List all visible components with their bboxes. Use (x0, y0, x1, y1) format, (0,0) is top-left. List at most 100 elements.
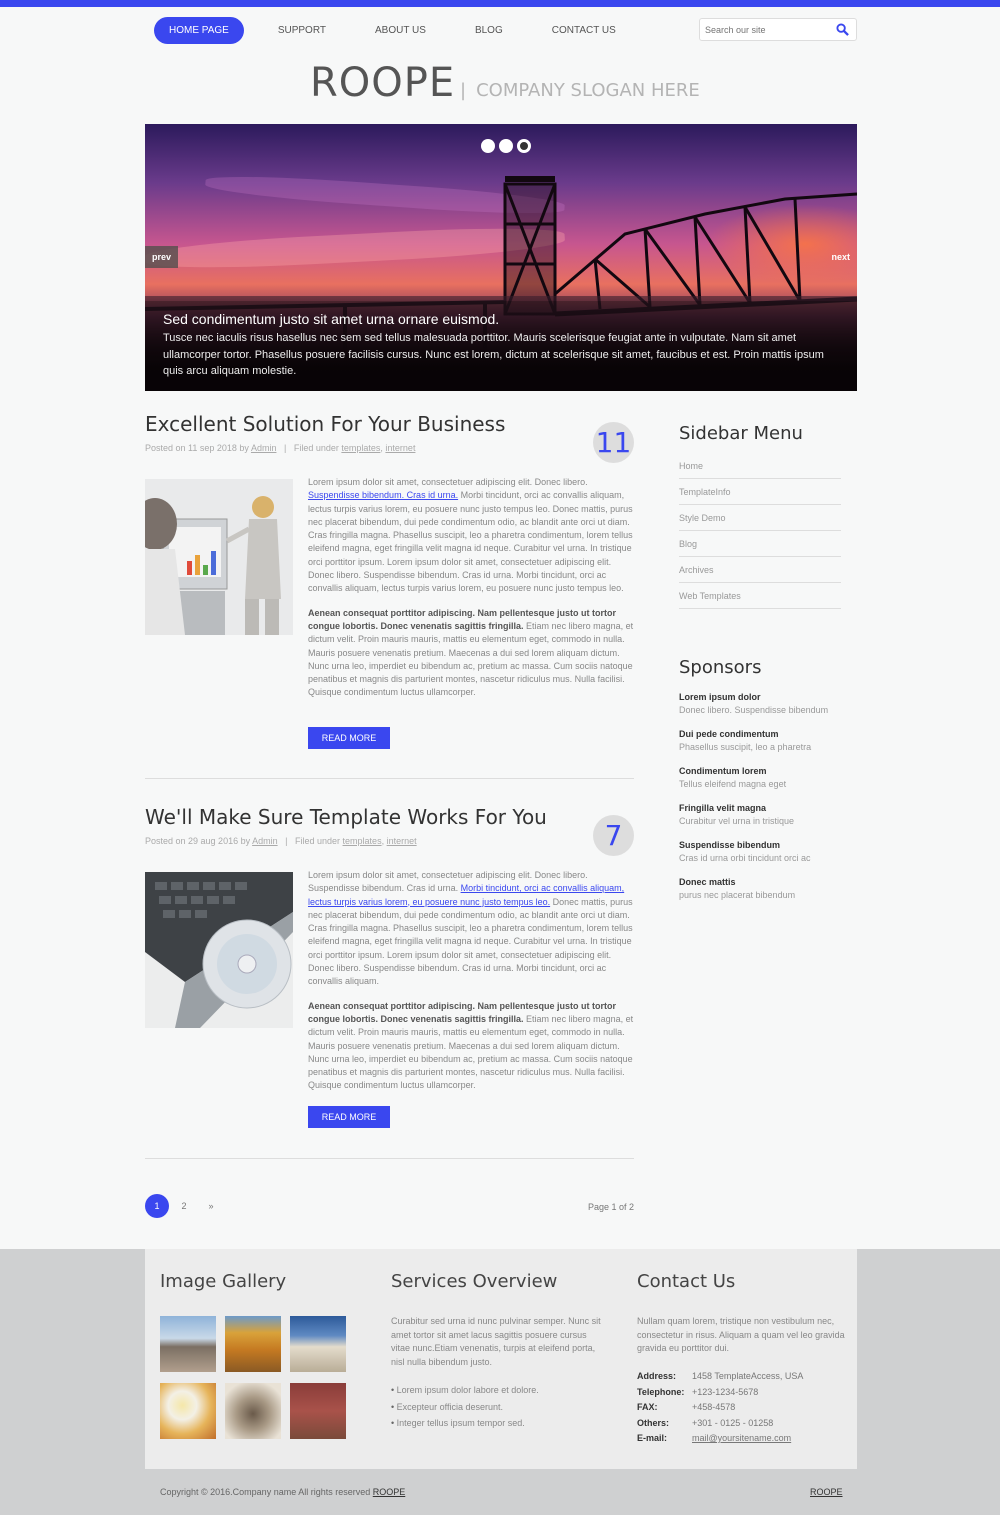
gallery-thumb-city[interactable] (160, 1316, 216, 1372)
sponsor-item[interactable]: Donec mattis purus nec placerat bibendum (679, 876, 849, 902)
article-text: Lorem ipsum dolor sit amet, consectetuer… (308, 477, 588, 487)
pagination: 1 2 » (145, 1194, 226, 1218)
sidebar-item-style-demo[interactable]: Style Demo (679, 505, 841, 531)
tag-link[interactable]: templates (341, 443, 380, 453)
sponsor-item[interactable]: Lorem ipsum dolor Donec libero. Suspendis… (679, 691, 849, 717)
nav-support[interactable]: SUPPORT (263, 17, 341, 44)
sponsor-item[interactable]: Dui pede condimentum Phasellus suscipit, … (679, 728, 849, 754)
article-text: Etiam nec libero magna, et dictum velit.… (308, 620, 634, 698)
slider-next-button[interactable]: next (824, 246, 857, 268)
slider-prev-button[interactable]: prev (145, 246, 179, 268)
slider-dot[interactable] (499, 139, 513, 153)
sponsor-name[interactable]: Fringilla velit magna (679, 802, 849, 815)
read-more-button[interactable]: READ MORE (308, 1106, 390, 1128)
sponsor-desc: purus nec placerat bibendum (679, 890, 796, 900)
article-title[interactable]: Excellent Solution For Your Business (145, 412, 634, 436)
gallery-thumb-vintage-car[interactable] (225, 1383, 281, 1439)
sponsor-desc: Donec libero. Suspendisse bibendum (679, 705, 829, 715)
article-meta: Posted on 29 aug 2016 by Admin | Filed u… (145, 836, 417, 846)
sidebar-item-archives[interactable]: Archives (679, 557, 841, 583)
hero-slider: prev next Sed condimentum justo sit amet… (145, 124, 857, 391)
divider (145, 778, 634, 779)
article-text: Donec mattis, purus nec placerat bibendu… (308, 896, 633, 987)
slider-dot-current[interactable] (517, 139, 531, 153)
tag-link[interactable]: internet (387, 836, 417, 846)
sponsor-item[interactable]: Condimentum lorem Tellus eleifend magna e… (679, 765, 849, 791)
caption-text: Tusce nec iaculis risus hasellus nec sem… (163, 332, 824, 377)
page-indicator: Page 1 of 2 (588, 1202, 635, 1212)
slider-dot[interactable] (481, 139, 495, 153)
article-meta: Posted on 11 sep 2018 by Admin | Filed u… (145, 443, 416, 453)
divider (145, 1158, 634, 1159)
gallery-thumb-velvet-sign[interactable] (290, 1383, 346, 1439)
sidebar-item-blog[interactable]: Blog (679, 531, 841, 557)
sponsor-desc: Phasellus suscipit, leo a pharetra (679, 742, 812, 752)
site-logo[interactable]: ROOPE (310, 60, 455, 106)
article-image-laptop-cd (145, 872, 293, 1028)
next-page-button[interactable]: » (199, 1194, 223, 1218)
top-accent-bar (0, 0, 1000, 7)
image-gallery (160, 1316, 346, 1439)
sponsor-item[interactable]: Fringilla velit magna Curabitur vel urna … (679, 802, 849, 828)
nav-blog[interactable]: BLOG (460, 17, 518, 44)
gallery-thumb-flowers[interactable] (160, 1383, 216, 1439)
meta-posted: Posted on 29 aug 2016 by (145, 836, 251, 846)
article-body: Lorem ipsum dolor sit amet, consectetuer… (308, 869, 634, 1104)
sidebar-item-web-templates[interactable]: Web Templates (679, 583, 841, 609)
sidebar-item-templateinfo[interactable]: TemplateInfo (679, 479, 841, 505)
services-list-item: Lorem ipsum dolor labore et dolore. (391, 1382, 601, 1399)
sponsors-title: Sponsors (679, 657, 762, 678)
footer-brand-link[interactable]: ROOPE (810, 1487, 843, 1497)
contact-label: Telephone: (637, 1386, 685, 1397)
author-link[interactable]: Admin (251, 443, 277, 453)
meta-posted: Posted on 11 sep 2018 by (145, 443, 249, 453)
contact-label: E-mail: (637, 1433, 668, 1443)
contact-title: Contact Us (637, 1271, 736, 1292)
copyright: Copyright © 2016.Company name All rights… (160, 1487, 405, 1497)
article-text: Etiam nec libero magna, et dictum velit.… (308, 1013, 634, 1091)
sponsor-name[interactable]: Dui pede condimentum (679, 728, 849, 741)
sidebar-item-home[interactable]: Home (679, 453, 841, 479)
sponsor-name[interactable]: Condimentum lorem (679, 765, 849, 778)
nav-about[interactable]: ABOUT US (360, 17, 441, 44)
author-link[interactable]: Admin (252, 836, 278, 846)
gallery-thumb-autumn-trees[interactable] (225, 1316, 281, 1372)
contact-value: +301 - 0125 - 01258 (692, 1417, 774, 1428)
read-more-button[interactable]: READ MORE (308, 727, 390, 749)
tag-link[interactable]: templates (343, 836, 382, 846)
email-link[interactable]: mail@yoursitename.com (692, 1431, 791, 1447)
sponsor-name[interactable]: Donec mattis (679, 876, 849, 889)
gallery-thumb-road[interactable] (290, 1316, 346, 1372)
contact-details: Address: 1458 TemplateAccess, USA Telepho… (637, 1369, 803, 1447)
article-inline-link[interactable]: Suspendisse bibendum. Cras id urna. (308, 490, 458, 500)
slider-caption: Sed condimentum justo sit amet urna orna… (145, 301, 857, 391)
copyright-text: Copyright © 2016.Company name All rights… (160, 1487, 371, 1497)
sponsor-item[interactable]: Suspendisse bibendum Cras id urna orbi ti… (679, 839, 849, 865)
article-title[interactable]: We'll Make Sure Template Works For You (145, 805, 634, 829)
services-title: Services Overview (391, 1271, 558, 1292)
page-2-button[interactable]: 2 (172, 1194, 196, 1218)
services-text: Curabitur sed urna id nunc pulvinar semp… (391, 1316, 601, 1367)
services-list: Lorem ipsum dolor labore et dolore. Exce… (391, 1382, 601, 1432)
comment-count-badge: 11 (593, 422, 634, 463)
article-body: Lorem ipsum dolor sit amet, consectetuer… (308, 476, 634, 711)
search-icon[interactable] (836, 23, 849, 36)
page-1-button[interactable]: 1 (145, 1194, 169, 1218)
sponsor-name[interactable]: Lorem ipsum dolor (679, 691, 849, 704)
copyright-link[interactable]: ROOPE (373, 1487, 406, 1497)
search-input[interactable] (700, 19, 830, 40)
services-list-item: Excepteur officia deserunt. (391, 1399, 601, 1416)
contact-value: +123-1234-5678 (692, 1386, 759, 1397)
sponsor-desc: Cras id urna orbi tincidunt orci ac (679, 853, 811, 863)
slogan-text: COMPANY SLOGAN HERE (476, 80, 700, 101)
contact-label: Address: (637, 1371, 677, 1381)
contact-value: 1458 TemplateAccess, USA (692, 1371, 804, 1381)
caption-title: Sed condimentum justo sit amet urna orna… (163, 311, 500, 327)
article: We'll Make Sure Template Works For You P… (145, 805, 634, 1135)
nav-home[interactable]: HOME PAGE (154, 17, 244, 44)
tag-link[interactable]: internet (385, 443, 415, 453)
meta-filed: Filed under (295, 836, 341, 846)
main-nav: HOME PAGE SUPPORT ABOUT US BLOG CONTACT … (154, 17, 650, 44)
sponsor-name[interactable]: Suspendisse bibendum (679, 839, 849, 852)
nav-contact[interactable]: CONTACT US (537, 17, 631, 44)
